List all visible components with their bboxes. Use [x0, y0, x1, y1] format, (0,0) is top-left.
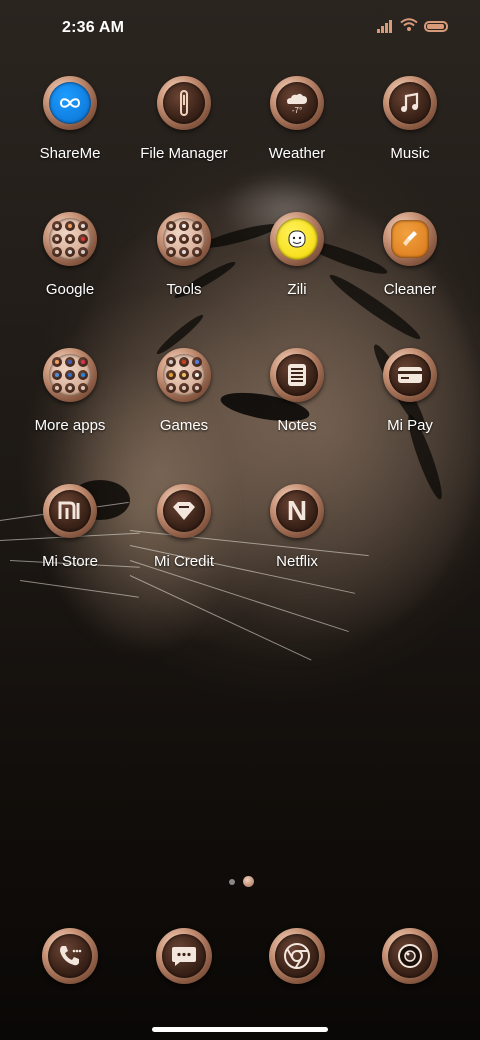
folder-google[interactable]: Google — [10, 212, 130, 298]
app-label: Weather — [268, 145, 326, 162]
file-manager-icon — [163, 82, 205, 124]
messages-icon — [162, 934, 206, 978]
mi-pay-icon — [389, 354, 431, 396]
app-notes[interactable]: Notes — [237, 348, 357, 434]
dock-camera[interactable] — [382, 928, 438, 984]
wifi-icon — [400, 18, 418, 32]
app-label: Mi Credit — [153, 553, 214, 570]
page-dot-2-current[interactable] — [243, 876, 254, 887]
phone-icon — [48, 934, 92, 978]
weather-temperature: -7° — [291, 105, 303, 115]
netflix-icon: N — [276, 490, 318, 532]
app-label: Netflix — [276, 553, 318, 570]
app-label: Mi Pay — [387, 417, 433, 434]
app-cleaner[interactable]: Cleaner — [350, 212, 470, 298]
music-icon — [389, 82, 431, 124]
folder-more-apps[interactable]: More apps — [10, 348, 130, 434]
netflix-glyph: N — [286, 495, 308, 526]
app-mi-store[interactable]: Mi Store — [10, 484, 130, 570]
folder-tools[interactable]: Tools — [124, 212, 244, 298]
shareme-icon — [49, 82, 91, 124]
app-shareme[interactable]: ShareMe — [10, 76, 130, 162]
zili-icon — [276, 218, 318, 260]
folder-icon — [163, 354, 205, 396]
chrome-icon — [275, 934, 319, 978]
dock-messages[interactable] — [156, 928, 212, 984]
app-netflix[interactable]: N Netflix — [237, 484, 357, 570]
app-label: More apps — [34, 417, 106, 434]
dock-chrome[interactable] — [269, 928, 325, 984]
app-label: Mi Store — [42, 553, 98, 570]
app-music[interactable]: Music — [350, 76, 470, 162]
signal-icon — [377, 19, 397, 33]
folder-icon — [49, 218, 91, 260]
app-mi-credit[interactable]: Mi Credit — [124, 484, 244, 570]
notes-icon — [276, 354, 318, 396]
folder-icon — [49, 354, 91, 396]
app-zili[interactable]: Zili — [237, 212, 357, 298]
camera-icon — [388, 934, 432, 978]
folder-games[interactable]: Games — [124, 348, 244, 434]
app-label: Games — [159, 417, 209, 434]
battery-icon — [424, 21, 448, 32]
app-label: Music — [390, 145, 430, 162]
status-bar: 2:36 AM — [0, 0, 480, 56]
app-label: File Manager — [140, 145, 228, 162]
cleaner-icon — [391, 220, 429, 258]
folder-icon — [163, 218, 205, 260]
app-label: Tools — [166, 281, 202, 298]
app-file-manager[interactable]: File Manager — [124, 76, 244, 162]
page-dot-1[interactable] — [229, 879, 235, 885]
app-label: Notes — [277, 417, 317, 434]
mi-credit-icon — [163, 490, 205, 532]
app-label: Cleaner — [383, 281, 437, 298]
mi-store-icon — [49, 490, 91, 532]
app-weather[interactable]: -7° Weather — [237, 76, 357, 162]
dock-phone[interactable] — [42, 928, 98, 984]
app-label: ShareMe — [39, 145, 101, 162]
weather-icon: -7° — [276, 82, 318, 124]
app-mi-pay[interactable]: Mi Pay — [350, 348, 470, 434]
app-label: Zili — [287, 281, 307, 298]
home-indicator[interactable] — [152, 1027, 328, 1032]
app-label: Google — [45, 281, 95, 298]
status-time: 2:36 AM — [62, 19, 125, 36]
